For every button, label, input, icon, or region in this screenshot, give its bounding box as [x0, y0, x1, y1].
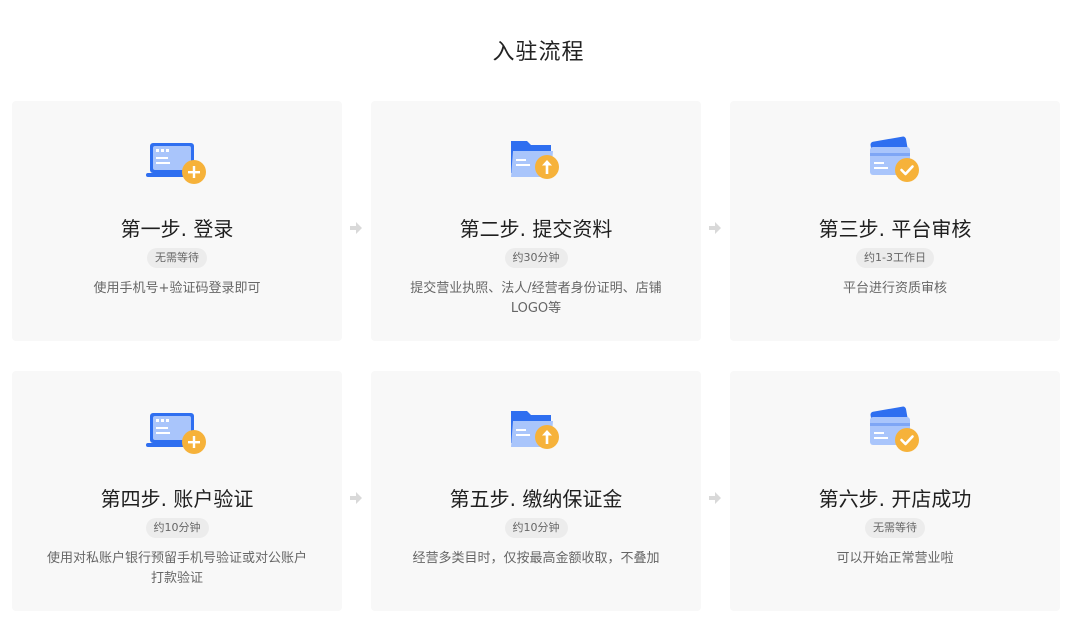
arrow-right-icon	[708, 491, 722, 505]
step-title: 第二步. 提交资料	[459, 217, 613, 241]
duration-badge: 无需等待	[147, 248, 207, 268]
step-card-1: 第一步. 登录 无需等待 使用手机号+验证码登录即可	[12, 101, 342, 341]
card-check-icon	[860, 405, 930, 457]
step-description: 提交营业执照、法人/经营者身份证明、店铺LOGO等	[410, 281, 662, 316]
duration-badge: 约10分钟	[145, 518, 209, 538]
step-description: 使用对私账户银行预留手机号验证或对公账户打款验证	[46, 551, 307, 586]
step-card-4: 第四步. 账户验证 约10分钟 使用对私账户银行预留手机号验证或对公账户打款验证	[12, 371, 342, 611]
laptop-add-icon	[142, 135, 212, 187]
step-title: 第六步. 开店成功	[818, 487, 972, 511]
step-card-5: 第五步. 缴纳保证金 约10分钟 经营多类目时，仅按最高金额收取，不叠加	[371, 371, 701, 611]
step-title: 第三步. 平台审核	[818, 217, 972, 241]
duration-badge: 约10分钟	[504, 518, 568, 538]
page-title: 入驻流程	[492, 40, 585, 65]
step-description: 使用手机号+验证码登录即可	[93, 281, 261, 296]
arrow-right-icon	[349, 221, 363, 235]
step-card-2: 第二步. 提交资料 约30分钟 提交营业执照、法人/经营者身份证明、店铺LOGO…	[371, 101, 701, 341]
arrow-right-icon	[349, 491, 363, 505]
step-card-6: 第六步. 开店成功 无需等待 可以开始正常营业啦	[730, 371, 1060, 611]
step-card-3: 第三步. 平台审核 约1-3工作日 平台进行资质审核	[730, 101, 1060, 341]
card-check-icon	[860, 135, 930, 187]
duration-badge: 约1-3工作日	[856, 248, 934, 268]
folder-upload-icon	[501, 405, 571, 457]
arrow-right-icon	[708, 221, 722, 235]
duration-badge: 无需等待	[865, 518, 925, 538]
duration-badge: 约30分钟	[504, 248, 568, 268]
step-description: 平台进行资质审核	[842, 281, 947, 296]
folder-upload-icon	[501, 135, 571, 187]
laptop-add-icon	[142, 405, 212, 457]
step-title: 第四步. 账户验证	[100, 487, 254, 511]
step-description: 经营多类目时，仅按最高金额收取，不叠加	[412, 551, 660, 566]
step-description: 可以开始正常营业啦	[836, 551, 954, 566]
step-title: 第一步. 登录	[120, 217, 234, 241]
step-title: 第五步. 缴纳保证金	[449, 487, 623, 511]
